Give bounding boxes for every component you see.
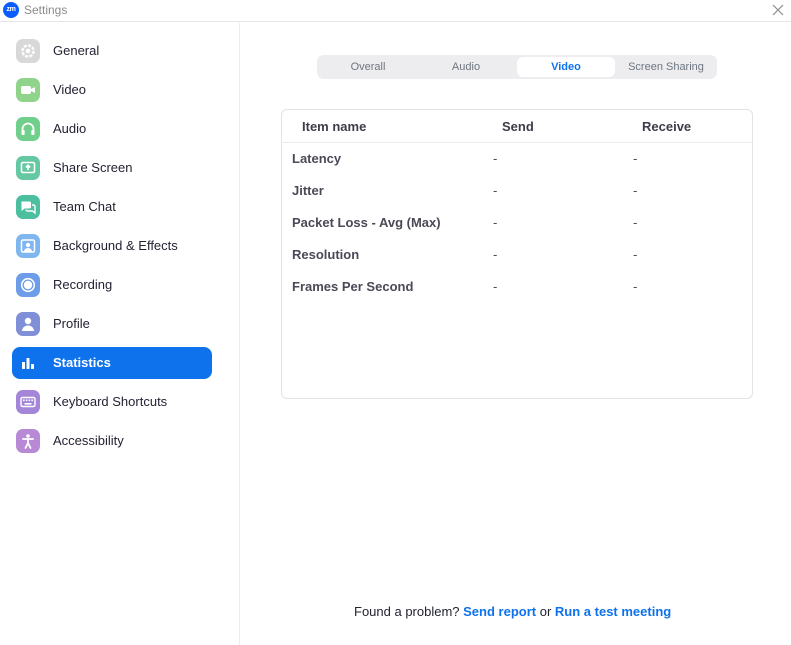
- row-label: Latency: [292, 151, 342, 166]
- send-value: -: [493, 279, 498, 294]
- tab-video[interactable]: Video: [517, 57, 615, 77]
- title-bar: zm Settings: [0, 0, 791, 22]
- table-row: Resolution - -: [282, 239, 752, 271]
- tab-audio[interactable]: Audio: [417, 57, 515, 77]
- sidebar-item-accessibility[interactable]: Accessibility: [12, 425, 212, 457]
- profile-icon: [16, 312, 40, 336]
- row-label: Packet Loss - Avg (Max): [292, 215, 441, 230]
- sidebar-item-label: Background & Effects: [53, 238, 178, 253]
- run-test-meeting-link[interactable]: Run a test meeting: [555, 604, 671, 619]
- column-header-item-name: Item name: [302, 119, 367, 134]
- receive-value: -: [633, 247, 638, 262]
- close-icon: [772, 4, 784, 16]
- sidebar-item-label: Share Screen: [53, 160, 133, 175]
- receive-value: -: [633, 215, 638, 230]
- column-header-send: Send: [502, 119, 534, 134]
- sidebar-item-statistics[interactable]: Statistics: [12, 347, 212, 379]
- accessibility-icon: [16, 429, 40, 453]
- table-header: Item name Send Receive: [282, 110, 752, 143]
- receive-value: -: [633, 279, 638, 294]
- sidebar-item-profile[interactable]: Profile: [12, 308, 212, 340]
- sidebar-item-background-effects[interactable]: Background & Effects: [12, 230, 212, 262]
- gear-icon: [16, 39, 40, 63]
- send-value: -: [493, 151, 498, 166]
- row-label: Resolution: [292, 247, 360, 262]
- sidebar-item-label: Team Chat: [53, 199, 116, 214]
- send-value: -: [493, 215, 498, 230]
- sidebar-item-label: Video: [53, 82, 87, 97]
- sidebar-item-label: Keyboard Shortcuts: [53, 394, 168, 409]
- chat-bubbles-icon: [16, 195, 40, 219]
- sidebar-item-video[interactable]: Video: [12, 74, 212, 106]
- sidebar-item-team-chat[interactable]: Team Chat: [12, 191, 212, 223]
- statistics-table: Item name Send Receive Latency - - Jitte…: [281, 109, 753, 399]
- sidebar-item-label: General: [53, 43, 100, 58]
- footer-prefix: Found a problem?: [354, 604, 460, 619]
- table-row: Latency - -: [282, 143, 752, 175]
- close-button[interactable]: [767, 0, 789, 20]
- send-value: -: [493, 247, 498, 262]
- record-icon: [16, 273, 40, 297]
- tab-screen-sharing[interactable]: Screen Sharing: [617, 57, 715, 77]
- sidebar-item-audio[interactable]: Audio: [12, 113, 212, 145]
- sidebar-item-label: Statistics: [53, 355, 111, 370]
- window-title: Settings: [24, 3, 68, 17]
- headphones-icon: [16, 117, 40, 141]
- bar-chart-icon: [16, 351, 40, 375]
- table-row: Jitter - -: [282, 175, 752, 207]
- table-row: Packet Loss - Avg (Max) - -: [282, 207, 752, 239]
- sidebar-item-share-screen[interactable]: Share Screen: [12, 152, 212, 184]
- sidebar-item-label: Recording: [53, 277, 113, 292]
- sidebar-item-label: Audio: [53, 121, 87, 136]
- send-report-link[interactable]: Send report: [463, 604, 536, 619]
- sidebar-item-label: Accessibility: [53, 433, 124, 448]
- tab-overall[interactable]: Overall: [319, 57, 417, 77]
- statistics-tabs: Overall Audio Video Screen Sharing: [317, 55, 717, 79]
- zoom-logo-icon: zm: [3, 2, 19, 18]
- share-screen-icon: [16, 156, 40, 180]
- keyboard-icon: [16, 390, 40, 414]
- sidebar-item-recording[interactable]: Recording: [12, 269, 212, 301]
- footer-or: or: [539, 604, 552, 619]
- footer-help-text: Found a problem? Send report or Run a te…: [354, 604, 671, 619]
- sidebar-item-general[interactable]: General: [12, 35, 212, 67]
- background-person-icon: [16, 234, 40, 258]
- sidebar-item-label: Profile: [53, 316, 90, 331]
- video-camera-icon: [16, 78, 40, 102]
- receive-value: -: [633, 183, 638, 198]
- row-label: Frames Per Second: [292, 279, 414, 294]
- table-row: Frames Per Second - -: [282, 271, 752, 303]
- row-label: Jitter: [292, 183, 324, 198]
- sidebar-item-keyboard-shortcuts[interactable]: Keyboard Shortcuts: [12, 386, 212, 418]
- receive-value: -: [633, 151, 638, 166]
- settings-sidebar: General Video Audio Share Screen Team Ch…: [0, 23, 240, 645]
- column-header-receive: Receive: [642, 119, 692, 134]
- send-value: -: [493, 183, 498, 198]
